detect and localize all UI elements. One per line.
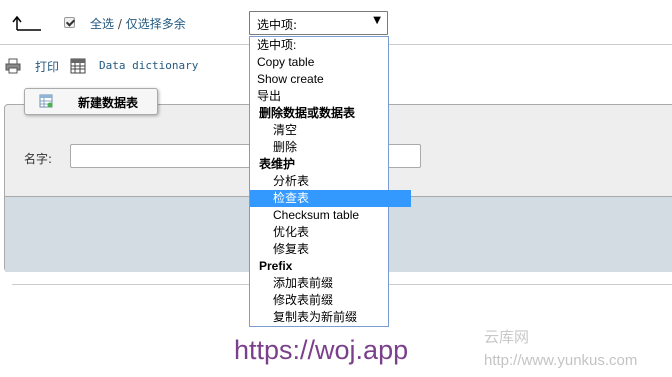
watermark-yunku-url: http://www.yunkus.com — [484, 352, 638, 369]
printer-icon — [5, 58, 21, 74]
dropdown-option[interactable]: 导出 — [250, 88, 395, 105]
dropdown-group-label: 删除数据或数据表 — [259, 106, 356, 120]
arrow-up-left-icon — [12, 15, 41, 31]
with-selected-value: 选中项: — [257, 18, 298, 32]
select-all-checkbox[interactable] — [64, 17, 75, 28]
with-selected-select[interactable]: 选中项: ▼ — [249, 11, 388, 35]
chevron-down-icon: ▼ — [373, 15, 381, 26]
dropdown-group-label: Prefix — [259, 259, 293, 273]
dropdown-option[interactable]: 复制表为新前缀 — [250, 309, 411, 326]
separator: / — [114, 17, 126, 31]
watermark-woj-url: https://woj.app — [234, 335, 409, 365]
dropdown-group-label: 表维护 — [259, 157, 296, 171]
dropdown-option[interactable]: Copy table — [250, 54, 395, 71]
dropdown-option[interactable]: 优化表 — [250, 224, 411, 241]
dropdown-option[interactable]: 删除 — [250, 139, 411, 156]
new-table-title: 新建数据表 — [78, 96, 139, 110]
dropdown-option[interactable]: 检查表 — [250, 190, 411, 207]
dropdown-option[interactable]: 修复表 — [250, 241, 411, 258]
new-table-icon — [39, 94, 53, 108]
data-dictionary-link[interactable]: Data dictionary — [99, 59, 198, 72]
name-label: 名字: — [24, 152, 53, 166]
print-link[interactable]: 打印 — [35, 58, 59, 75]
dropdown-option[interactable]: 修改表前缀 — [250, 292, 411, 309]
select-overhead-link[interactable]: 仅选择多余 — [126, 17, 186, 31]
data-dictionary-icon — [70, 58, 86, 74]
select-all-link[interactable]: 全选 — [90, 17, 114, 31]
watermark-yunku-cn: 云库网 — [484, 328, 530, 346]
dropdown-option[interactable]: 选中项: — [250, 37, 395, 54]
dropdown-option[interactable]: 分析表 — [250, 173, 411, 190]
with-selected-dropdown-list[interactable]: 选中项: Copy table Show create 导出 删除数据或数据表清空 删除表… — [249, 36, 411, 327]
dropdown-option[interactable]: Show create — [250, 71, 395, 88]
dropdown-option[interactable]: 清空 — [250, 122, 411, 139]
dropdown-option[interactable]: 添加表前缀 — [250, 275, 411, 292]
dropdown-option[interactable]: Checksum table — [250, 207, 411, 224]
select-links: 全选 / 仅选择多余 — [90, 15, 186, 32]
